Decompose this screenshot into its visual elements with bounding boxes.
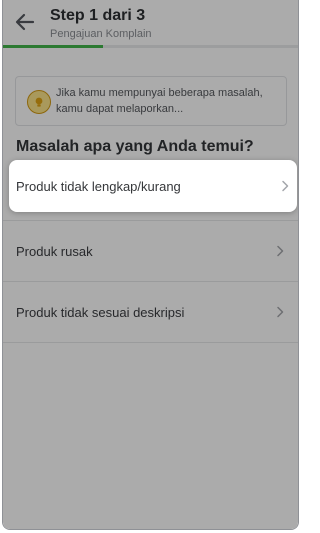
app-screen: Step 1 dari 3 Pengajuan Komplain Jika ka… (2, 0, 299, 530)
dim-overlay (3, 0, 298, 529)
chevron-right-icon (282, 180, 289, 192)
highlighted-option-incomplete[interactable]: Produk tidak lengkap/kurang (9, 160, 297, 212)
option-label: Produk tidak lengkap/kurang (16, 178, 181, 194)
